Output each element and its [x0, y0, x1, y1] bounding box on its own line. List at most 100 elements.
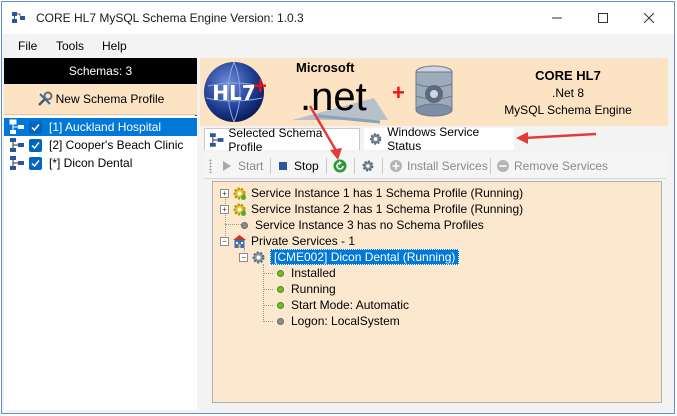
svg-text:HL7: HL7	[212, 81, 255, 105]
play-icon	[223, 161, 231, 171]
tab-label: Selected Schema Profile	[228, 125, 323, 154]
minus-circle-icon	[497, 160, 509, 172]
checkmark-icon	[31, 123, 40, 131]
schema-checkbox[interactable]	[29, 138, 42, 152]
schema-label: [*] Dicon Dental	[49, 156, 133, 170]
tree-node-service-instance-3[interactable]: Service Instance 3 has no Schema Profile…	[237, 217, 484, 233]
start-label: Start	[238, 159, 264, 173]
svg-text:Microsoft: Microsoft	[296, 60, 355, 75]
service-toolbar: Start Stop Install Services Remove Servi…	[204, 153, 666, 179]
dotnet-logo: Microsoft .net	[292, 60, 388, 124]
network-icon	[9, 119, 24, 134]
toolbar-grip[interactable]	[209, 159, 212, 173]
minimize-button[interactable]	[534, 2, 580, 34]
schema-label: [2] Cooper's Beach Clinic	[49, 138, 184, 152]
install-services-button[interactable]: Install Services	[389, 157, 488, 175]
plus-sign: +	[392, 80, 405, 105]
tree-node-installed[interactable]: Installed	[273, 265, 336, 281]
remove-services-button[interactable]: Remove Services	[496, 157, 608, 175]
tree-node-private-services[interactable]: − Private Services - 1	[220, 233, 355, 249]
tab-label: Windows Service Status	[387, 125, 480, 153]
menu-tools[interactable]: Tools	[56, 39, 84, 53]
menu-file[interactable]: File	[18, 39, 37, 53]
tree-node-running[interactable]: Running	[273, 281, 336, 297]
tree-node-label: Start Mode: Automatic	[291, 298, 410, 312]
gear-icon	[252, 251, 265, 263]
collapse-toggle[interactable]: −	[239, 252, 248, 262]
tree-node-service-instance-2[interactable]: + Service Instance 2 has 1 Schema Profil…	[220, 201, 523, 217]
service-settings-button[interactable]	[361, 157, 379, 175]
expand-toggle[interactable]: +	[220, 204, 229, 214]
tree-connector	[263, 321, 273, 322]
product-banner: HL7 + Microsoft .net + CORE HL7 .Net 8 M…	[200, 58, 668, 126]
hl7-globe-logo: HL7 +	[204, 61, 266, 123]
plus-circle-icon	[390, 160, 402, 172]
svg-text:+: +	[252, 73, 266, 97]
gear-icon	[369, 133, 382, 145]
tree-node-label: Private Services - 1	[251, 234, 356, 248]
tree-node-label: Service Instance 2 has 1 Schema Profile …	[251, 202, 524, 216]
tree-node-dicon-dental-service[interactable]: − [CME002] Dicon Dental (Running)	[239, 249, 460, 265]
schema-list: [1] Auckland Hospital [2] Cooper's Beach…	[4, 116, 197, 410]
schema-item-dicon-dental[interactable]: [*] Dicon Dental	[4, 154, 197, 172]
tree-node-logon[interactable]: Logon: LocalSystem	[273, 313, 400, 329]
schema-checkbox[interactable]	[29, 156, 42, 170]
status-dot	[277, 301, 284, 309]
tree-connector	[263, 305, 273, 306]
status-dot	[241, 221, 248, 229]
menu-bar: File Tools Help	[2, 35, 674, 57]
svg-text:.net: .net	[300, 75, 367, 119]
menu-help[interactable]: Help	[102, 39, 127, 53]
tree-node-label: Running	[291, 282, 336, 296]
stop-icon	[279, 162, 287, 170]
stop-label: Stop	[294, 159, 319, 173]
refresh-icon	[333, 159, 347, 173]
tree-node-label: Service Instance 1 has 1 Schema Profile …	[251, 186, 524, 200]
checkmark-icon	[31, 159, 40, 167]
tree-node-label: [CME002] Dicon Dental (Running)	[270, 249, 460, 265]
toolbar-separator	[490, 158, 491, 174]
schema-item-coopers-beach-clinic[interactable]: [2] Cooper's Beach Clinic	[4, 136, 197, 154]
gear-icon	[233, 187, 246, 200]
service-tree: + Service Instance 1 has 1 Schema Profil…	[212, 181, 662, 403]
close-button[interactable]	[626, 2, 672, 34]
tree-node-label: Service Instance 3 has no Schema Profile…	[255, 218, 484, 232]
tree-node-service-instance-1[interactable]: + Service Instance 1 has 1 Schema Profil…	[220, 185, 523, 201]
expand-toggle[interactable]: +	[220, 188, 229, 198]
building-icon	[233, 234, 246, 248]
schema-label: [1] Auckland Hospital	[49, 120, 162, 134]
tab-windows-service-status[interactable]: Windows Service Status	[364, 125, 514, 153]
network-icon	[10, 156, 24, 170]
tree-connector	[263, 289, 273, 290]
new-schema-profile-button[interactable]: New Schema Profile	[4, 84, 197, 115]
tools-icon	[37, 91, 53, 106]
gear-icon	[362, 160, 374, 172]
app-window: CORE HL7 MySQL Schema Engine Version: 1.…	[1, 1, 675, 414]
network-icon	[209, 132, 224, 147]
tree-node-label: Logon: LocalSystem	[291, 314, 400, 328]
maximize-button[interactable]	[580, 2, 626, 34]
tree-connector	[263, 273, 273, 274]
database-gear-icon	[415, 65, 453, 117]
new-schema-profile-label: New Schema Profile	[55, 92, 165, 106]
tab-selected-schema-profile[interactable]: Selected Schema Profile	[204, 126, 360, 154]
stop-button[interactable]: Stop	[276, 157, 319, 175]
start-button[interactable]: Start	[220, 157, 263, 175]
title-bar[interactable]: CORE HL7 MySQL Schema Engine Version: 1.…	[2, 2, 674, 34]
status-dot	[277, 269, 284, 277]
schema-panel: Schemas: 3 New Schema Profile [1] Auckla…	[4, 58, 197, 410]
collapse-toggle[interactable]: −	[220, 236, 229, 246]
tree-node-start-mode[interactable]: Start Mode: Automatic	[273, 297, 409, 313]
refresh-button[interactable]	[333, 157, 351, 175]
close-icon	[644, 13, 654, 23]
toolbar-separator	[382, 158, 383, 174]
banner-subtitle-engine: MySQL Schema Engine	[504, 103, 632, 117]
schemas-count: Schemas: 3	[4, 58, 197, 84]
schema-item-auckland-hospital[interactable]: [1] Auckland Hospital	[4, 118, 197, 136]
toolbar-separator	[354, 158, 355, 174]
window-title: CORE HL7 MySQL Schema Engine Version: 1.…	[36, 11, 304, 25]
remove-services-label: Remove Services	[514, 159, 609, 173]
schema-checkbox[interactable]	[29, 120, 42, 134]
maximize-icon	[598, 13, 608, 23]
toolbar-separator	[270, 158, 271, 174]
